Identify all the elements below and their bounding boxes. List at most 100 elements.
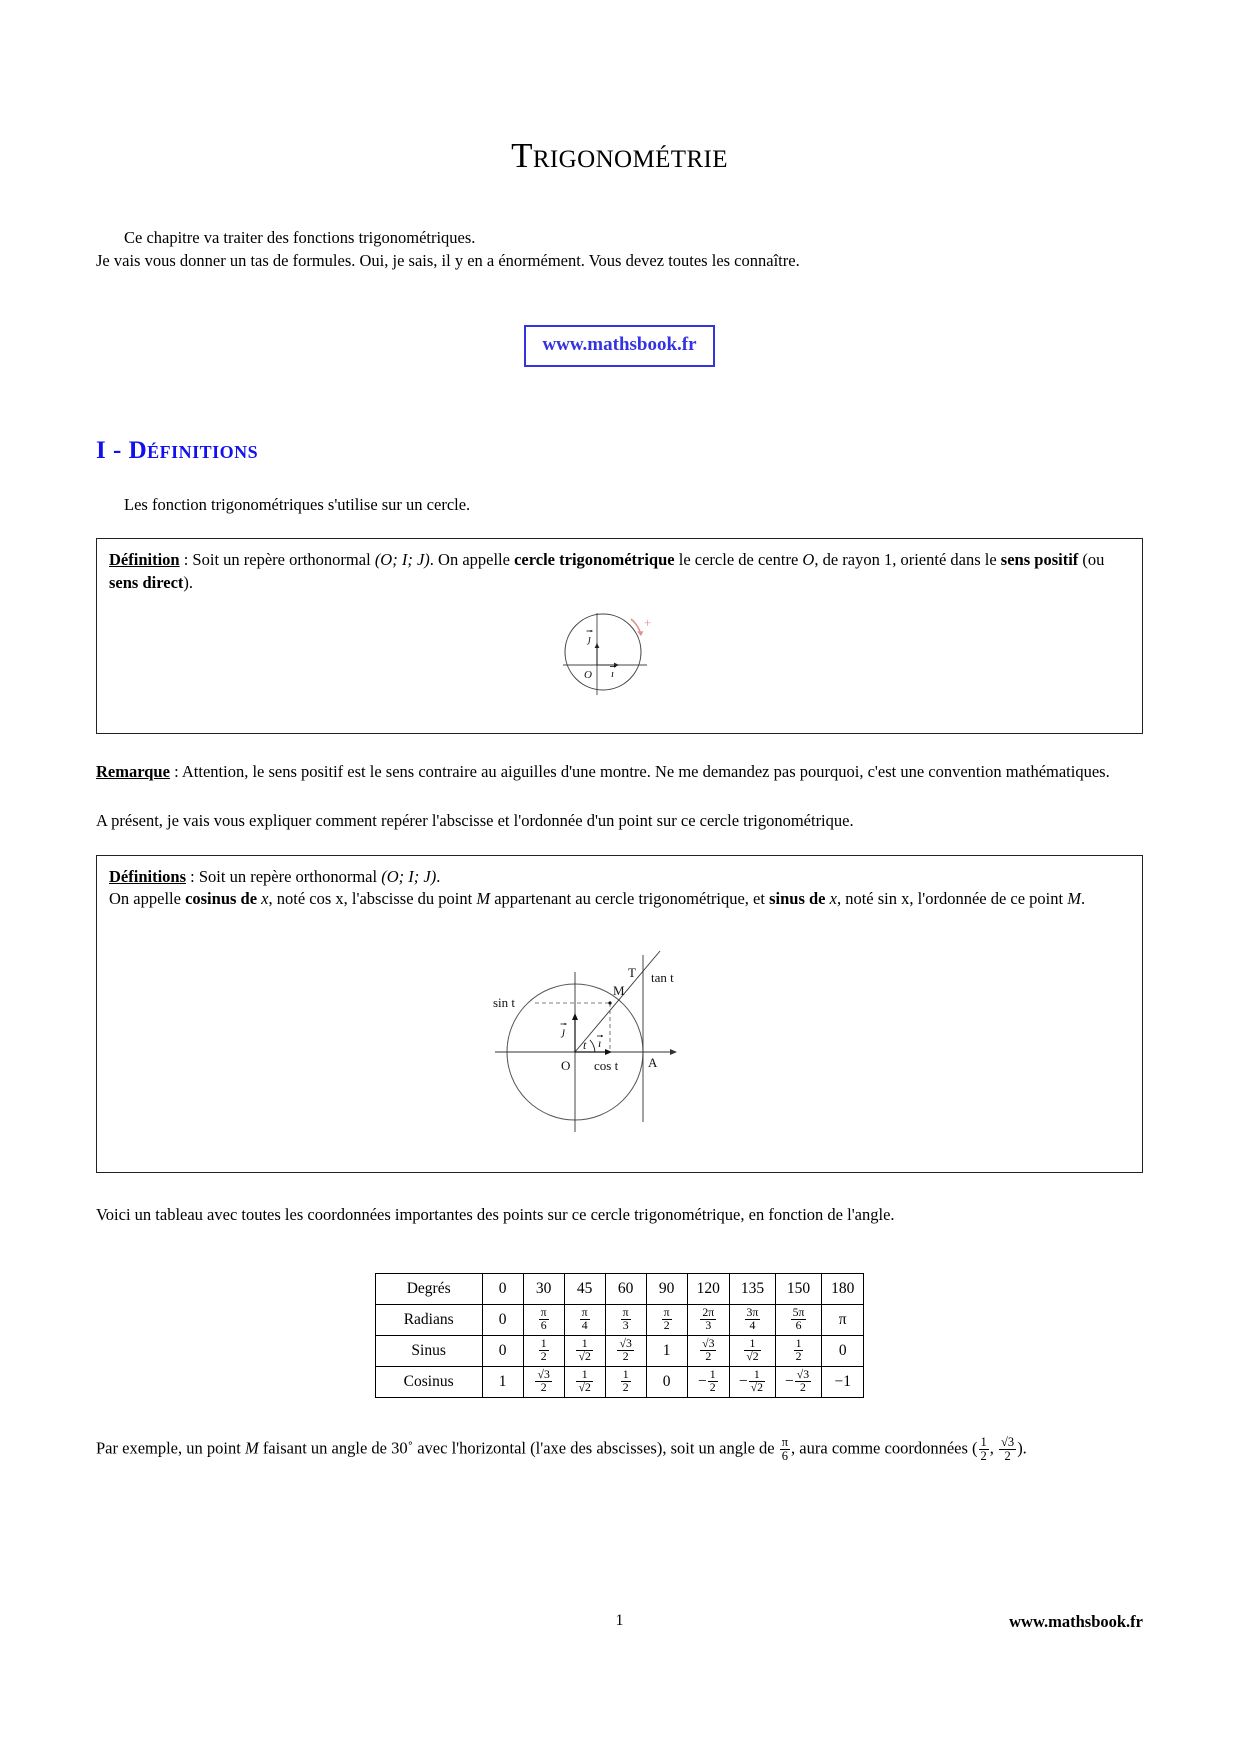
table-cell: 12 xyxy=(522,1334,565,1367)
trig-label-cos: cos t xyxy=(594,1058,619,1073)
definition-1-label: Définition xyxy=(109,550,180,570)
example-d: ). xyxy=(1017,1438,1027,1458)
table-cell: −1 √2 xyxy=(728,1365,777,1398)
table-cell: 135 xyxy=(728,1272,777,1305)
trig-values-table: Degrés 0 30 45 60 90 120 135 150 180 Radians 0 π 6 π 4 π… xyxy=(374,1272,865,1398)
definition-2-l1-end: . xyxy=(436,866,441,886)
fraction-denominator: 3 xyxy=(620,1319,631,1332)
definition-1-text: Définition : Soit un repère orthonormal … xyxy=(109,549,1130,595)
fraction-denominator: 3 xyxy=(700,1319,717,1332)
definition-2-l2b: , noté xyxy=(268,889,310,909)
remark-label: Remarque xyxy=(96,761,170,781)
fraction: √3 2 xyxy=(700,1337,717,1364)
definition-1-bold-sens-2: sens direct xyxy=(109,573,184,593)
definition-box-1: Définition : Soit un repère orthonormal … xyxy=(96,538,1143,734)
unit-circle-label-j: ȷ xyxy=(586,633,591,645)
fraction-numerator: π xyxy=(540,1305,547,1319)
definition-2-var-x1: x xyxy=(261,889,269,909)
table-cell: 1 xyxy=(645,1334,688,1367)
intro-line-2: Je vais vous donner un tas de formules. … xyxy=(96,251,800,271)
fraction-denominator: √2 xyxy=(576,1381,593,1395)
table-cell: 3π 4 xyxy=(728,1303,777,1336)
definition-1-t4: , de rayon 1, orienté dans le xyxy=(814,550,1001,570)
table-cell: π4 xyxy=(563,1303,606,1336)
unit-circle-label-i: ı xyxy=(611,668,614,680)
fraction: 1 √2 xyxy=(748,1368,765,1395)
transition-paragraph: A présent, je vais vous expliquer commen… xyxy=(96,811,854,831)
fraction-denominator: 6 xyxy=(538,1319,549,1332)
fraction-numerator: 1 xyxy=(709,1367,716,1381)
trig-label-A: A xyxy=(648,1055,658,1070)
fraction-denominator: 2 xyxy=(538,1350,549,1364)
fraction-numerator: √3 xyxy=(796,1367,810,1381)
figure-trig-circle-container: T tan t M sin t cos t ȷ ı t O A xyxy=(109,937,1130,1152)
fraction-numerator: 5π xyxy=(792,1305,805,1319)
table-cell: 5π 6 xyxy=(774,1303,823,1336)
table-cell: 45 xyxy=(563,1272,606,1305)
table-cell: 12 xyxy=(604,1365,647,1398)
fraction: π2 xyxy=(661,1306,672,1333)
section-dash: - xyxy=(112,436,122,464)
page-content: Trigonométrie Ce chapitre va traiter des… xyxy=(96,0,1143,1463)
unit-circle-label-origin: O xyxy=(584,669,592,681)
fraction: 5π 6 xyxy=(790,1305,807,1333)
url-box-container: www.mathsbook.fr xyxy=(96,324,1143,367)
definition-2-label: Définitions xyxy=(109,866,187,886)
fraction-denominator: 4 xyxy=(744,1319,761,1332)
example-c: , aura comme coordonnées ( xyxy=(791,1438,978,1458)
fraction-numerator: 1 xyxy=(581,1336,588,1350)
fraction: 3π 4 xyxy=(744,1305,761,1333)
fraction-numerator: 1 xyxy=(622,1367,629,1381)
table-cell: 120 xyxy=(686,1272,730,1305)
footer-website: www.mathsbook.fr xyxy=(1009,1612,1143,1631)
example-coord1-num: 1 xyxy=(980,1434,987,1449)
definition-1-bold-sens-1: sens positif xyxy=(1000,550,1079,570)
trig-label-i: ı xyxy=(598,1036,601,1050)
example-coord-2: √3 2 xyxy=(999,1435,1017,1463)
trig-label-angle-t: t xyxy=(583,1038,587,1052)
trig-values-table-container: Degrés 0 30 45 60 90 120 135 150 180 Radians 0 π 6 π 4 π… xyxy=(96,1272,1143,1398)
table-cell: 150 xyxy=(774,1272,823,1305)
fraction-numerator: π xyxy=(622,1305,629,1319)
table-cell: √3 2 xyxy=(686,1334,730,1367)
fraction: 12 xyxy=(538,1337,549,1364)
definition-2-cos-x: cos x xyxy=(309,889,344,909)
figure-unit-circle-container: ȷ ı O + xyxy=(109,595,1130,715)
table-cell: 0 xyxy=(821,1334,865,1367)
definition-2-sin-x: sin x xyxy=(877,889,910,909)
definition-1-t6: ). xyxy=(183,573,194,593)
table-cell: 30 xyxy=(522,1272,565,1305)
table-cell: π xyxy=(821,1303,865,1336)
definition-2-repere: (O; I; J) xyxy=(381,866,437,886)
fraction-denominator: 2 xyxy=(535,1381,552,1394)
fraction: π3 xyxy=(620,1305,631,1333)
definition-2-bold-cosinus: cosinus de xyxy=(185,889,258,909)
fraction-denominator: 4 xyxy=(579,1319,590,1332)
example-coord2-den: 2 xyxy=(999,1448,1017,1463)
definition-2-bold-sinus: sinus de xyxy=(769,889,826,909)
table-cell: 1 xyxy=(481,1365,524,1398)
fraction-denominator: 2 xyxy=(620,1381,631,1395)
fraction-denominator: 2 xyxy=(700,1350,717,1363)
fraction-denominator: 2 xyxy=(661,1319,672,1332)
fraction: 1 √2 xyxy=(576,1368,593,1395)
definition-2-l1-text: : Soit un repère orthonormal xyxy=(186,866,382,886)
definition-2-point-M1: M xyxy=(476,889,491,909)
fraction: 12 xyxy=(707,1367,718,1395)
table-cell: π2 xyxy=(645,1303,688,1336)
definition-2-l2d: appartenant au cercle trigonométrique, e… xyxy=(490,889,770,909)
fraction-denominator: √2 xyxy=(744,1350,761,1364)
example-angle-fraction: π6 xyxy=(779,1435,791,1463)
table-cell: 90 xyxy=(645,1272,688,1305)
website-link-box[interactable]: www.mathsbook.fr xyxy=(524,324,715,367)
section-title: Définitions xyxy=(128,436,259,464)
table-cell: − √3 2 xyxy=(774,1365,823,1398)
fraction-numerator: 3π xyxy=(746,1305,759,1319)
table-cell: −1 xyxy=(821,1365,865,1398)
trig-label-tan: tan t xyxy=(651,970,674,985)
fraction: 1 √2 xyxy=(576,1336,593,1364)
definition-1-t3: le cercle de centre xyxy=(674,550,803,570)
fraction-denominator: √2 xyxy=(576,1350,593,1364)
fraction: 1 √2 xyxy=(744,1337,761,1364)
table-cell: 1 √2 xyxy=(563,1334,606,1367)
